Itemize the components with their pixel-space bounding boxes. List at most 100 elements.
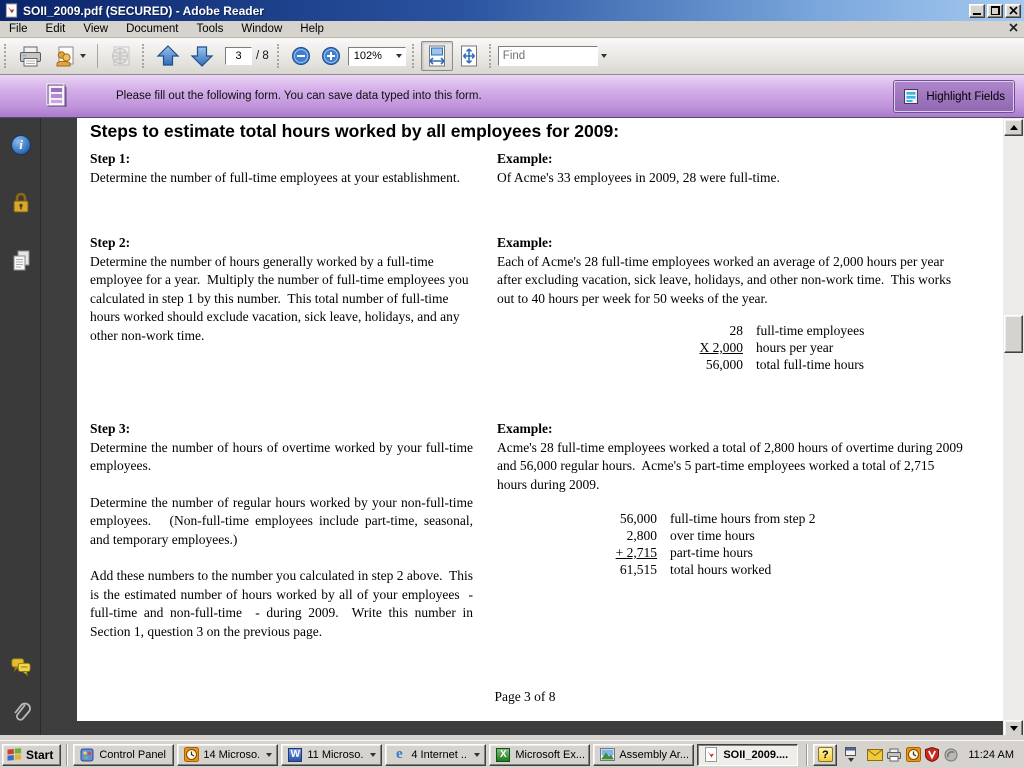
volume-tray-icon[interactable] — [943, 747, 959, 763]
highlight-fields-button[interactable]: Highlight Fields — [894, 81, 1014, 112]
taskbar-group-office[interactable]: 14 Microso... — [177, 744, 278, 766]
taskbar-item-excel[interactable]: X Microsoft Ex... — [489, 744, 590, 766]
menu-help[interactable]: Help — [291, 22, 333, 36]
taskbar-divider — [66, 744, 68, 766]
step1-label: Step 1: — [90, 150, 473, 169]
zoom-in-button[interactable] — [316, 41, 346, 71]
taskbar-item-label: SOII_2009.... — [723, 749, 792, 761]
previous-page-button[interactable] — [151, 41, 185, 71]
pages-tab[interactable] — [10, 250, 32, 272]
step3-label: Step 3: — [90, 420, 473, 439]
pdf-icon — [703, 747, 719, 763]
zoom-level-dropdown[interactable]: 102% — [348, 47, 406, 66]
arrow-up-icon — [156, 44, 180, 68]
menu-document[interactable]: Document — [117, 22, 187, 36]
page-heading: Steps to estimate total hours worked by … — [90, 121, 990, 142]
scroll-up-icon — [1010, 125, 1018, 130]
document-info-tab[interactable]: i — [10, 134, 32, 156]
taskbar-group-word[interactable]: W 11 Microso... — [281, 744, 382, 766]
example2-text: Each of Acme's 28 full-time employees wo… — [497, 253, 963, 309]
menu-edit[interactable]: Edit — [37, 22, 75, 36]
taskbar-item-label: Control Panel — [99, 749, 168, 761]
taskbar-group-internet[interactable]: e 4 Internet ... — [385, 744, 486, 766]
example1-text: Of Acme's 33 employees in 2009, 28 were … — [497, 169, 963, 188]
mail-tray-icon[interactable] — [867, 747, 883, 763]
calc-number: + 2,715 — [553, 544, 657, 561]
comments-icon — [10, 656, 32, 678]
info-icon: i — [11, 135, 31, 155]
info-glyph: i — [19, 137, 23, 153]
highlight-fields-icon — [903, 88, 920, 105]
fit-width-button[interactable] — [421, 41, 453, 71]
scroll-up-button[interactable] — [1004, 119, 1023, 136]
step3-text-2: Determine the number of regular hours wo… — [90, 494, 473, 550]
menu-window[interactable]: Window — [232, 22, 291, 36]
attachments-tab[interactable] — [10, 702, 32, 724]
example3-text: Acme's 28 full-time employees worked a t… — [497, 439, 963, 495]
windows-logo-icon — [7, 748, 22, 762]
toolbar-grip[interactable] — [4, 44, 8, 68]
group-caret-icon — [266, 753, 272, 757]
scrollbar-thumb[interactable] — [1004, 315, 1023, 353]
print-button[interactable] — [13, 41, 48, 71]
form-document-icon — [44, 82, 70, 110]
find-input[interactable] — [498, 46, 598, 66]
menu-view[interactable]: View — [74, 22, 117, 36]
menu-file[interactable]: File — [0, 22, 37, 36]
next-page-button[interactable] — [185, 41, 219, 71]
navigation-panel: i — [0, 118, 41, 740]
taskbar-item-label: Microsoft Ex... — [515, 749, 584, 761]
system-tray: 11:24 AM — [861, 747, 1022, 763]
taskbar-item-soii-pdf[interactable]: SOII_2009.... — [697, 744, 798, 766]
menu-bar: File Edit View Document Tools Window Hel… — [0, 21, 1024, 38]
taskbar-clock[interactable]: 11:24 AM — [968, 749, 1014, 761]
minimize-button[interactable] — [969, 4, 985, 18]
excel-icon: X — [495, 747, 511, 763]
zoom-in-icon — [321, 46, 341, 66]
clock-tray-icon[interactable] — [905, 747, 921, 763]
calc-desc: total full-time hours — [743, 356, 864, 373]
antivirus-shield-tray-icon[interactable] — [924, 747, 940, 763]
close-button[interactable] — [1005, 4, 1021, 18]
restore-icon — [991, 6, 1000, 15]
find-caret-icon[interactable] — [601, 54, 607, 58]
page-footer: Page 3 of 8 — [62, 689, 988, 705]
toolbar-grip[interactable] — [489, 44, 493, 68]
help-icon: ? — [818, 747, 833, 762]
help-button[interactable]: ? — [813, 744, 837, 766]
show-hidden-icons-button[interactable] — [845, 747, 856, 762]
page-number-input[interactable] — [225, 47, 252, 65]
word-glyph: W — [291, 749, 300, 760]
window-icon — [845, 747, 856, 756]
start-button[interactable]: Start — [2, 744, 61, 766]
document-close-button[interactable] — [1009, 23, 1018, 35]
fit-page-button[interactable] — [453, 41, 485, 71]
group-caret-icon — [474, 753, 480, 757]
step3-text-3: Add these numbers to the number you calc… — [90, 567, 473, 641]
arrow-down-icon — [190, 44, 214, 68]
collaborate-caret-icon — [80, 54, 86, 58]
toolbar-grip[interactable] — [142, 44, 146, 68]
share-disabled-button — [104, 41, 138, 71]
collaborate-button[interactable] — [48, 41, 91, 71]
comments-tab[interactable] — [10, 656, 32, 678]
form-message-bar: Please fill out the following form. You … — [0, 75, 1024, 118]
step2-column: Step 2: Determine the number of hours ge… — [90, 234, 473, 345]
picture-icon — [599, 747, 615, 763]
calc-number: 61,515 — [553, 561, 657, 578]
print-icon — [18, 45, 43, 68]
taskbar: Start Control Panel 14 Microso... W 11 M… — [0, 740, 1024, 768]
toolbar-grip[interactable] — [277, 44, 281, 68]
taskbar-item-assembly[interactable]: Assembly Ar... — [593, 744, 694, 766]
vertical-scrollbar[interactable] — [1003, 118, 1024, 738]
restore-button[interactable] — [987, 4, 1003, 18]
window-title: SOII_2009.pdf (SECURED) - Adobe Reader — [23, 4, 969, 18]
security-tab[interactable] — [10, 192, 32, 214]
control-panel-icon — [79, 747, 95, 763]
taskbar-item-control-panel[interactable]: Control Panel — [73, 744, 174, 766]
menu-tools[interactable]: Tools — [188, 22, 233, 36]
printer-tray-icon[interactable] — [886, 747, 902, 763]
zoom-out-button[interactable] — [286, 41, 316, 71]
calc-number: X 2,000 — [655, 339, 743, 356]
toolbar-grip[interactable] — [412, 44, 416, 68]
